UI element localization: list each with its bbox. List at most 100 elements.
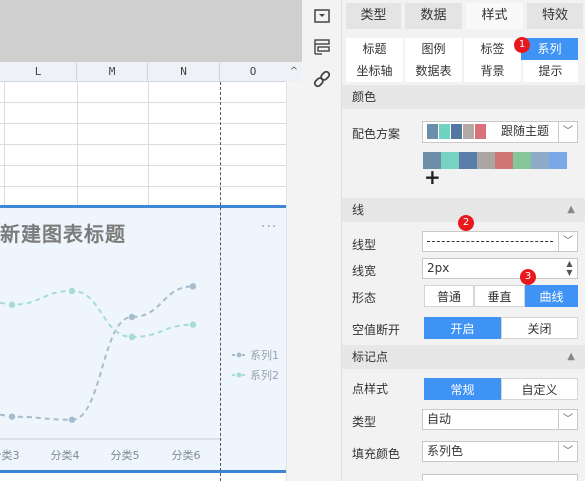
legend-marker-icon — [236, 352, 242, 358]
dashed-line-preview — [427, 241, 553, 242]
series-line-1 — [0, 285, 194, 421]
palette-color-swatch[interactable] — [513, 152, 531, 169]
next-select-partial[interactable] — [422, 474, 578, 481]
tab-type[interactable]: 类型 — [346, 3, 401, 29]
add-color-icon[interactable]: + — [424, 167, 441, 187]
series-2-point — [68, 287, 76, 295]
scheme-swatch — [439, 124, 450, 139]
shape-curve-option[interactable]: 曲线 — [525, 285, 578, 307]
marker-type-label: 类型 — [352, 415, 377, 429]
marker-type-select[interactable]: 自动 ﹀ — [422, 409, 578, 430]
section-color-title: 颜色 — [352, 90, 377, 104]
series-2-point — [189, 321, 197, 328]
series-1-point — [68, 416, 76, 423]
section-marker[interactable]: 标记点 ▲ — [342, 345, 585, 369]
section-color[interactable]: 颜色 — [342, 85, 585, 109]
null-break-on-option[interactable]: 开启 — [424, 317, 501, 339]
chart-panel-icon[interactable] — [312, 6, 332, 26]
palette-color-swatch[interactable] — [531, 152, 549, 169]
palette-color-swatch[interactable] — [549, 152, 567, 169]
marker-style-custom-option[interactable]: 自定义 — [501, 378, 578, 400]
shape-vertical-option[interactable]: 垂直 — [474, 285, 525, 307]
series-2-point — [8, 301, 16, 308]
series-line-2 — [0, 289, 194, 338]
scheme-swatch — [427, 124, 438, 139]
tab-effects[interactable]: 特效 — [527, 3, 583, 29]
legend-label-series-1: 系列1 — [250, 348, 279, 362]
chart-container[interactable]: 新建图表标题 ··· 分类3分类4分类5分类6系列1系列2 — [0, 205, 286, 473]
scroll-up-arrow-icon[interactable]: ^ — [286, 62, 302, 82]
color-scheme-value: 跟随主题 — [501, 124, 550, 138]
subtab-title[interactable]: 标题 — [346, 38, 403, 60]
column-header-l[interactable]: L — [0, 62, 77, 82]
line-width-label: 线宽 — [352, 264, 377, 278]
column-header-o[interactable]: O — [220, 62, 286, 82]
subtab-legend[interactable]: 图例 — [405, 38, 462, 60]
line-type-select[interactable]: ﹀ — [422, 231, 578, 252]
sheet-toolbar-gray-area — [0, 0, 302, 62]
null-break-label: 空值断开 — [352, 323, 401, 337]
marker-style-regular-option[interactable]: 常规 — [424, 378, 501, 400]
subtab-series[interactable]: 系列 — [521, 38, 578, 60]
series-2-point — [128, 333, 136, 341]
callout-badge-3: 3 — [520, 269, 536, 285]
subtab-tooltip[interactable]: 提示 — [523, 60, 578, 82]
color-scheme-select[interactable]: 跟随主题 ﹀ — [422, 121, 578, 143]
line-width-input[interactable]: 2px ▲ ▼ — [422, 258, 578, 279]
series-1-point — [189, 283, 197, 290]
subtab-background[interactable]: 背景 — [464, 60, 521, 82]
x-tick-label: 分类4 — [51, 448, 80, 462]
scheme-swatch — [475, 124, 486, 139]
collapse-caret-icon[interactable]: ▲ — [567, 345, 575, 369]
line-type-label: 线型 — [352, 238, 377, 252]
vertical-scrollbar[interactable] — [286, 82, 302, 481]
subtab-datatable[interactable]: 数据表 — [405, 60, 462, 82]
page-break-dashed-line — [220, 82, 221, 481]
chevron-down-icon[interactable]: ﹀ — [558, 232, 577, 251]
color-scheme-label: 配色方案 — [352, 127, 401, 141]
subtab-label[interactable]: 标签 — [464, 38, 521, 60]
legend-marker-icon — [236, 372, 242, 378]
marker-type-value: 自动 — [427, 412, 452, 426]
series-1-point — [128, 313, 136, 321]
cell-grid[interactable] — [0, 82, 286, 206]
column-header-n[interactable]: N — [148, 62, 220, 82]
chevron-down-icon[interactable]: ﹀ — [558, 442, 577, 461]
palette-color-swatch[interactable] — [441, 152, 459, 169]
palette-color-swatch[interactable] — [459, 152, 477, 169]
callout-badge-1: 1 — [514, 37, 530, 53]
scheme-swatch — [451, 124, 462, 139]
section-marker-title: 标记点 — [352, 350, 389, 364]
chart-properties-panel: 类型 数据 样式 特效 标题 图例 标签 系列 1 坐标轴 数据表 背景 提示 … — [342, 0, 585, 481]
shape-label: 形态 — [352, 291, 377, 305]
series-1-point — [8, 413, 16, 420]
legend-label-series-2: 系列2 — [250, 368, 279, 382]
subtab-axis[interactable]: 坐标轴 — [346, 60, 403, 82]
null-break-off-option[interactable]: 关闭 — [501, 317, 578, 339]
collapse-caret-icon[interactable]: ▲ — [567, 198, 575, 222]
scheme-swatch — [463, 124, 474, 139]
format-icon[interactable] — [312, 37, 332, 57]
stepper-icon[interactable]: ▲ ▼ — [562, 259, 577, 278]
link-icon[interactable] — [312, 69, 332, 89]
tab-style[interactable]: 样式 — [466, 3, 523, 29]
column-header-row: L M N O — [0, 62, 302, 82]
palette-color-swatch[interactable] — [495, 152, 513, 169]
line-chart-plot: 分类3 分类4 分类5 分类6 系列1 系列2 — [0, 283, 279, 462]
marker-style-label: 点样式 — [352, 382, 389, 396]
chevron-down-icon[interactable]: ﹀ — [558, 122, 577, 142]
tab-data[interactable]: 数据 — [405, 3, 462, 29]
fill-color-select[interactable]: 系列色 ﹀ — [422, 441, 578, 462]
shape-normal-option[interactable]: 普通 — [424, 285, 474, 307]
column-header-m[interactable]: M — [77, 62, 148, 82]
callout-badge-2: 2 — [458, 215, 474, 231]
section-line-title: 线 — [352, 203, 365, 217]
fill-color-label: 填充颜色 — [352, 447, 401, 461]
chevron-down-icon[interactable]: ﹀ — [558, 410, 577, 429]
palette-color-swatch[interactable] — [477, 152, 495, 169]
line-width-value: 2px — [427, 261, 450, 275]
x-tick-label: 分类3 — [0, 448, 20, 462]
side-toolbar — [302, 0, 342, 481]
x-tick-label: 分类5 — [111, 448, 140, 462]
spreadsheet-area[interactable]: L M N O ^ 新建图表标题 ··· 分类3分类4分类5分类6系列1系列2 — [0, 0, 302, 481]
